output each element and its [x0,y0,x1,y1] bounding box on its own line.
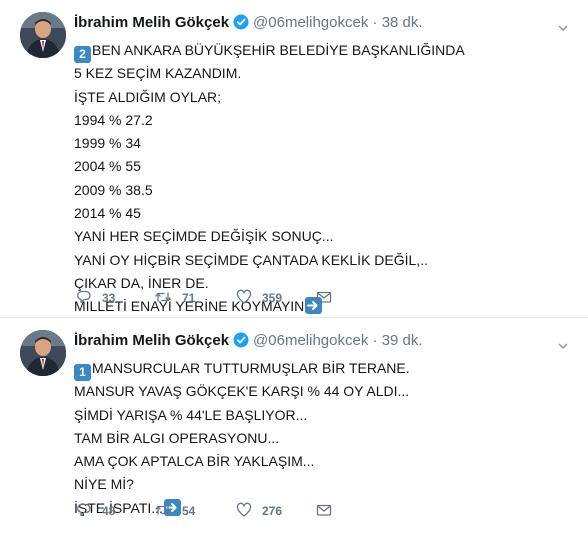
tweet-line: 1 MANSURCULAR TUTTURMUŞLAR BİR TERANE. [74,357,568,381]
tweet-header: İbrahim Melih Gökçek @06melihgokcek · 38 … [74,13,568,33]
keycap-number-emoji: 1 [74,364,91,381]
tweet-line: 1999 % 34 [74,135,141,152]
like-heart-icon [236,502,252,521]
separator-dot: · [372,332,378,349]
tweet-text: 2 BEN ANKARA BÜYÜKŞEHİR BELEDİYE BAŞKANLI… [74,39,568,319]
tweet-header: İbrahim Melih Gökçek @06melihgokcek · 39 … [74,331,568,351]
timestamp[interactable]: 38 dk. [382,14,423,31]
retweet-icon [154,289,172,308]
separator-dot: · [372,14,378,31]
author-handle[interactable]: @06melihgokcek [253,332,368,349]
reply-count: 48 [102,504,116,518]
reply-count: 33 [102,291,116,305]
avatar[interactable] [20,330,66,376]
retweet-icon [154,502,172,521]
chevron-down-icon[interactable] [558,337,568,350]
avatar[interactable] [20,12,66,58]
retweet-count: 71 [182,291,196,305]
tweet-line: NİYE Mİ? [74,476,134,493]
tweet-line: 2 BEN ANKARA BÜYÜKŞEHİR BELEDİYE BAŞKANLI… [74,39,568,63]
tweet-line: 2014 % 45 [74,205,141,222]
tweet-line: 2009 % 38.5 [74,181,153,198]
keycap-number-emoji: 2 [74,46,91,63]
reply-icon [76,502,92,521]
tweet[interactable]: İbrahim Melih Gökçek @06melihgokcek · 39 … [0,318,588,533]
like-count: 276 [262,504,283,518]
tweet-actions: 33 71 359 [74,288,568,308]
tweet-line: AMA ÇOK APTALCA BİR YAKLAŞIM... [74,453,315,470]
tweet-line: YANİ OY HİÇBİR SEÇİMDE ÇANTADA KEKLİK DE… [74,251,428,268]
tweet-line: 5 KEZ SEÇİM KAZANDIM. [74,65,242,82]
tweet-text: 1 MANSURCULAR TUTTURMUŞLAR BİR TERANE. MA… [74,357,568,520]
retweet-button[interactable]: 71 [154,288,195,308]
chevron-down-icon[interactable] [558,19,568,32]
like-button[interactable]: 359 [236,288,282,308]
like-button[interactable]: 276 [236,501,282,521]
direct-message-icon [316,289,332,308]
author-handle[interactable]: @06melihgokcek [253,14,368,31]
tweet-line: ŞİMDİ YARIŞA % 44'LE BAŞLIYOR... [74,406,308,423]
tweet-actions: 48 54 276 [74,501,568,521]
tweet-line: İŞTE ALDIĞIM OYLAR; [74,88,222,105]
tweet-line: MANSUR YAVAŞ GÖKÇEK'E KARŞI % 44 OY ALDI… [74,383,410,400]
tweet-line: YANİ HER SEÇİMDE DEĞİŞİK SONUÇ... [74,228,334,245]
tweet-line: 1994 % 27.2 [74,111,153,128]
tweet-line: TAM BİR ALGI OPERASYONU... [74,429,280,446]
verified-badge-icon [233,14,249,36]
direct-message-button[interactable] [316,288,332,308]
like-heart-icon [236,289,252,308]
author-name[interactable]: İbrahim Melih Gökçek [74,14,229,31]
author-name[interactable]: İbrahim Melih Gökçek [74,332,229,349]
direct-message-icon [316,502,332,521]
tweet-line: 2004 % 55 [74,158,141,175]
like-count: 359 [262,291,283,305]
retweet-button[interactable]: 54 [154,501,195,521]
retweet-count: 54 [182,504,196,518]
timestamp[interactable]: 39 dk. [382,332,423,349]
direct-message-button[interactable] [316,501,332,521]
reply-icon [76,289,92,308]
reply-button[interactable]: 48 [76,501,115,521]
tweet[interactable]: İbrahim Melih Gökçek @06melihgokcek · 38 … [0,0,588,318]
verified-badge-icon [233,332,249,354]
reply-button[interactable]: 33 [76,288,115,308]
